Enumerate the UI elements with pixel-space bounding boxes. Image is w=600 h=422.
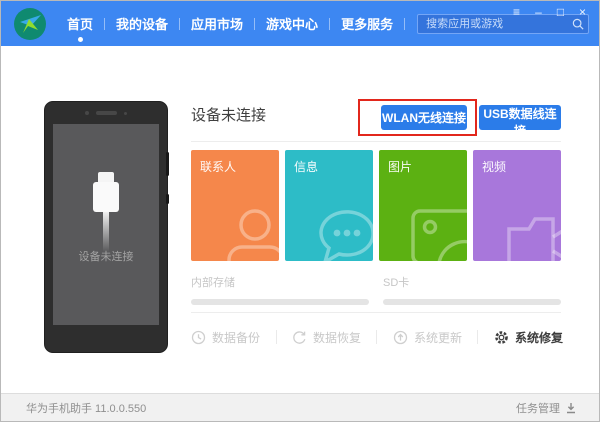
storage-label: 内部存储 [191,277,235,289]
window-controls: ≡ – □ × [510,5,589,19]
tile-pictures[interactable]: 图片 [379,150,467,261]
phone-power-button [166,194,169,204]
category-tiles: 联系人 信息 图片 视频 [191,150,561,261]
download-icon [567,402,575,413]
task-manager-button[interactable]: 任务管理 [516,400,577,416]
storage-section: 内部存储 SD卡 [191,273,561,305]
nav-item-more-services[interactable]: 更多服务 [332,14,402,33]
storage-label: SD卡 [383,277,410,289]
message-icon [319,210,373,261]
actions-bar: 数据备份 数据恢复 系统更新 系统修复 [191,323,563,351]
nav-separator [329,17,331,30]
task-manager-label: 任务管理 [516,402,560,415]
hisuite-window: 首页 我的设备 应用市场 游戏中心 更多服务 ≡ – □ × [0,0,600,422]
internal-storage-bar [191,299,369,305]
tile-messages[interactable]: 信息 [285,150,373,261]
action-label: 系统修复 [514,330,563,345]
storage-divider [191,312,561,313]
tile-videos[interactable]: 视频 [473,150,561,261]
restore-arrow-icon [293,330,306,344]
maximize-icon[interactable]: □ [554,5,567,19]
phone-speaker [96,111,117,115]
gear-icon [495,330,508,344]
nav-separator [404,17,406,30]
search-icon[interactable] [572,18,584,30]
action-label: 数据恢复 [312,330,361,345]
action-separator [477,330,479,344]
contact-icon [227,209,279,261]
nav-label: 我的设备 [116,17,169,32]
phone-volume-button [166,152,169,176]
usb-plug-body [93,182,119,212]
phone-illustration: 设备未连接 [44,101,169,353]
nav-item-my-device[interactable]: 我的设备 [107,14,177,33]
tile-label: 联系人 [200,160,237,174]
phone-sensor-dot [124,112,127,115]
app-version: 华为手机助手 11.0.0.550 [26,402,147,415]
menu-icon[interactable]: ≡ [510,5,523,19]
nav-label: 应用市场 [191,17,244,32]
storage-internal: 内部存储 [191,273,369,305]
nav-item-game-center[interactable]: 游戏中心 [257,14,327,33]
nav-separator [179,17,181,30]
active-dot [78,37,83,42]
action-label: 系统更新 [413,330,462,345]
tile-contacts[interactable]: 联系人 [191,150,279,261]
tile-label: 图片 [388,160,413,174]
phone-screen: 设备未连接 [53,124,159,325]
nav-label: 首页 [67,17,94,32]
close-icon[interactable]: × [576,5,589,19]
action-separator [376,330,378,344]
action-label: 数据备份 [212,330,261,345]
header-bar: 首页 我的设备 应用市场 游戏中心 更多服务 ≡ – □ × [1,1,599,46]
sdcard-storage-bar [383,299,561,305]
backup-clock-icon [191,330,206,344]
action-separator [275,330,277,344]
status-bar: 华为手机助手 11.0.0.550 任务管理 [1,393,599,421]
picture-icon [411,209,467,261]
nav-label: 更多服务 [341,17,394,32]
action-system-repair[interactable]: 系统修复 [494,329,563,346]
hisuite-logo-icon [14,7,46,40]
phone-camera-dot [85,111,89,115]
nav-item-home[interactable]: 首页 [58,14,102,42]
video-icon [507,217,561,261]
update-arrow-icon [393,330,408,344]
tile-label: 视频 [482,160,507,174]
phone-status-text: 设备未连接 [78,251,134,263]
tile-label: 信息 [294,160,319,174]
action-system-update[interactable]: 系统更新 [393,329,462,346]
nav-item-app-market[interactable]: 应用市场 [182,14,252,33]
nav-label: 游戏中心 [266,17,319,32]
storage-sdcard: SD卡 [383,273,561,305]
usb-cable [103,212,109,252]
header-divider [191,141,561,142]
wlan-connect-button[interactable]: WLAN无线连接 [381,105,467,130]
action-data-backup[interactable]: 数据备份 [191,329,260,346]
nav-separator [104,17,106,30]
page-title: 设备未连接 [191,107,267,124]
nav-separator [254,17,256,30]
main-nav: 首页 我的设备 应用市场 游戏中心 更多服务 [58,1,407,46]
action-data-restore[interactable]: 数据恢复 [292,329,361,346]
usb-connect-button[interactable]: USB数据线连接 [479,105,561,138]
minimize-icon[interactable]: – [532,5,545,19]
